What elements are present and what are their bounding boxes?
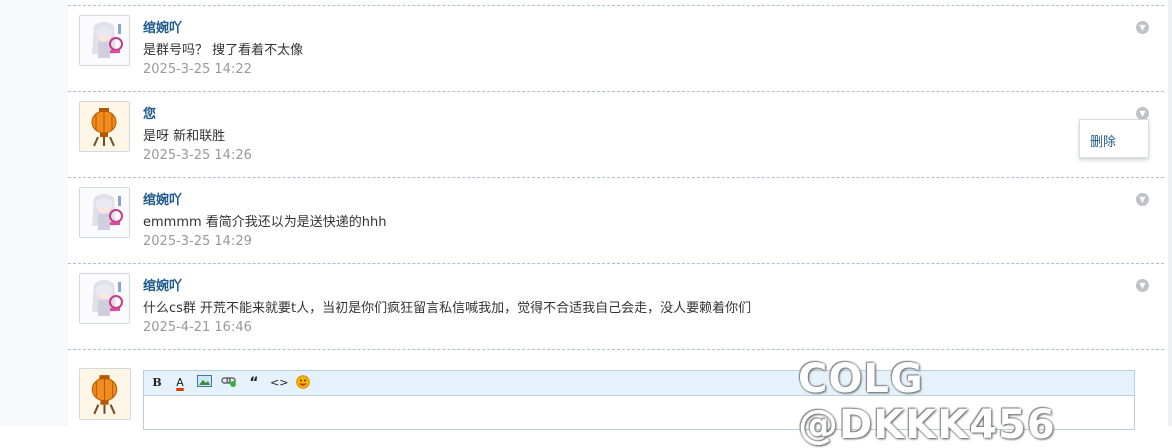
left-panel-strip bbox=[0, 0, 68, 426]
emoji-button[interactable] bbox=[295, 375, 311, 391]
anime-girl-avatar-icon bbox=[80, 188, 129, 237]
avatar[interactable] bbox=[79, 273, 130, 324]
author-name[interactable]: 绾婉吖 bbox=[143, 189, 182, 208]
image-button[interactable] bbox=[196, 375, 212, 391]
message-menu-button[interactable]: ▼ bbox=[1136, 21, 1149, 34]
bold-button[interactable]: B bbox=[149, 375, 165, 391]
avatar[interactable] bbox=[79, 15, 130, 66]
avatar[interactable] bbox=[79, 187, 130, 238]
watermark: COLG @DKKK456 bbox=[798, 356, 1056, 448]
message-text: 是呀 新和联胜 bbox=[143, 129, 226, 144]
image-icon bbox=[196, 375, 212, 387]
message-action-popup: 删除 bbox=[1079, 119, 1149, 158]
message-text: 是群号吗？ 搜了看着不太像 bbox=[143, 43, 304, 58]
code-button[interactable]: <> bbox=[270, 375, 288, 391]
font-color-button[interactable]: A bbox=[172, 375, 188, 391]
avatar[interactable] bbox=[79, 101, 130, 152]
anime-girl-avatar-icon bbox=[80, 16, 129, 65]
timestamp: 2025-3-25 14:22 bbox=[143, 62, 252, 77]
chevron-down-icon: ▼ bbox=[1139, 23, 1146, 32]
chevron-down-icon: ▼ bbox=[1139, 195, 1146, 204]
timestamp: 2025-3-25 14:29 bbox=[143, 234, 252, 249]
message-item: 绾婉吖 什么cs群 开荒不能来就要t人，当初是你们疯狂留言私信喊我加，觉得不合适… bbox=[68, 264, 1164, 348]
author-name[interactable]: 绾婉吖 bbox=[143, 275, 182, 294]
anime-girl-avatar-icon bbox=[80, 274, 129, 323]
lantern-avatar-icon bbox=[80, 102, 129, 151]
timestamp: 2025-3-25 14:26 bbox=[143, 148, 252, 163]
quote-button[interactable]: “ bbox=[246, 375, 262, 391]
link-button[interactable] bbox=[221, 375, 237, 391]
message-text: emmmm 看简介我还以为是送快递的hhh bbox=[143, 215, 387, 230]
message-menu-button[interactable]: ▼ bbox=[1136, 279, 1149, 292]
link-icon bbox=[221, 377, 236, 387]
chevron-down-icon: ▼ bbox=[1139, 109, 1146, 118]
timestamp: 2025-4-21 16:46 bbox=[143, 320, 252, 335]
message-text: 什么cs群 开荒不能来就要t人，当初是你们疯狂留言私信喊我加，觉得不合适我自己会… bbox=[143, 301, 752, 316]
chevron-down-icon: ▼ bbox=[1139, 281, 1146, 290]
delete-menu-item[interactable]: 删除 bbox=[1090, 131, 1116, 150]
author-name[interactable]: 绾婉吖 bbox=[143, 17, 182, 36]
separator bbox=[68, 349, 1164, 350]
smiley-icon bbox=[296, 375, 310, 389]
author-name[interactable]: 您 bbox=[143, 103, 156, 122]
message-item: 绾婉吖 是群号吗？ 搜了看着不太像 2025-3-25 14:22 ▼ bbox=[68, 6, 1164, 90]
message-item: 您 是呀 新和联胜 2025-3-25 14:26 ▼ bbox=[68, 92, 1164, 176]
message-item: 绾婉吖 emmmm 看简介我还以为是送快递的hhh 2025-3-25 14:2… bbox=[68, 178, 1164, 262]
my-avatar[interactable] bbox=[79, 368, 131, 420]
message-menu-button[interactable]: ▼ bbox=[1136, 193, 1149, 206]
lantern-avatar-icon bbox=[80, 369, 130, 419]
